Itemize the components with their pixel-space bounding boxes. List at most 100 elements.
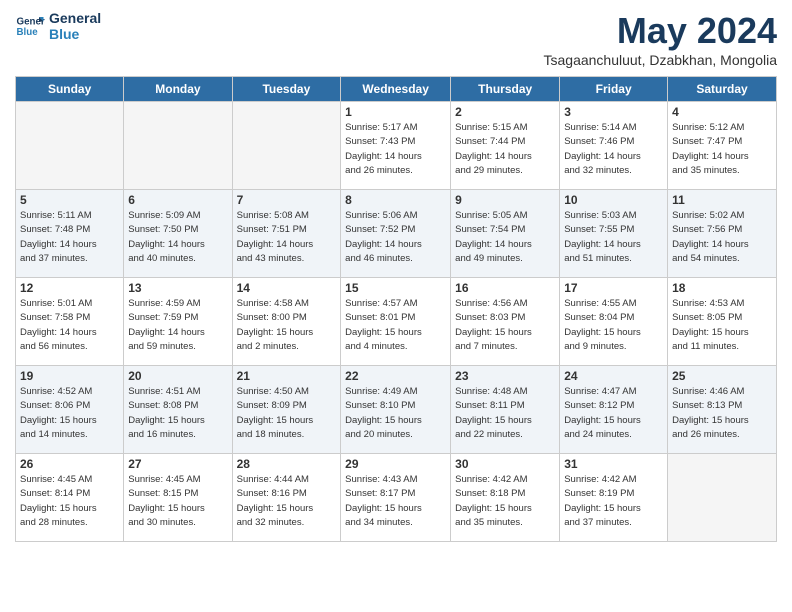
day-number: 30 (455, 457, 555, 471)
table-row (124, 102, 232, 190)
day-info: Sunrise: 5:06 AM Sunset: 7:52 PM Dayligh… (345, 209, 446, 266)
day-number: 27 (128, 457, 227, 471)
header-saturday: Saturday (668, 77, 777, 102)
day-info: Sunrise: 5:05 AM Sunset: 7:54 PM Dayligh… (455, 209, 555, 266)
table-row: 18Sunrise: 4:53 AM Sunset: 8:05 PM Dayli… (668, 278, 777, 366)
day-info: Sunrise: 4:44 AM Sunset: 8:16 PM Dayligh… (237, 473, 337, 530)
day-number: 22 (345, 369, 446, 383)
day-info: Sunrise: 4:48 AM Sunset: 8:11 PM Dayligh… (455, 385, 555, 442)
logo: General Blue General Blue (15, 10, 101, 42)
table-row: 13 Sunrise: 4:59 AM Sunset: 7:59 PM Dayli… (124, 278, 232, 366)
table-row: 14 Sunrise: 4:58 AM Sunset: 8:00 PM Dayli… (232, 278, 341, 366)
day-info: Sunrise: 5:08 AM Sunset: 7:51 PM Dayligh… (237, 209, 337, 266)
calendar-week-row: 19 Sunrise: 4:52 AM Sunset: 8:06 PM Dayli… (16, 366, 777, 454)
day-number: 3 (564, 105, 663, 119)
table-row: 22 Sunrise: 4:49 AM Sunset: 8:10 PM Dayli… (341, 366, 451, 454)
day-info: Sunrise: 4:51 AM Sunset: 8:08 PM Dayligh… (128, 385, 227, 442)
day-number: 17 (564, 281, 663, 295)
day-number: 7 (237, 193, 337, 207)
day-info: Sunrise: 4:47 AM Sunset: 8:12 PM Dayligh… (564, 385, 663, 442)
day-number: 19 (20, 369, 119, 383)
day-info: Sunrise: 5:01 AM Sunset: 7:58 PM Dayligh… (20, 297, 119, 354)
table-row (232, 102, 341, 190)
day-info: Sunrise: 4:43 AM Sunset: 8:17 PM Dayligh… (345, 473, 446, 530)
day-number: 20 (128, 369, 227, 383)
header-wednesday: Wednesday (341, 77, 451, 102)
day-number: 31 (564, 457, 663, 471)
table-row: 9 Sunrise: 5:05 AM Sunset: 7:54 PM Daylig… (451, 190, 560, 278)
table-row: 19 Sunrise: 4:52 AM Sunset: 8:06 PM Dayli… (16, 366, 124, 454)
location: Tsagaanchuluut, Dzabkhan, Mongolia (544, 52, 778, 68)
calendar-week-row: 5Sunrise: 5:11 AM Sunset: 7:48 PM Daylig… (16, 190, 777, 278)
table-row (16, 102, 124, 190)
table-row: 10 Sunrise: 5:03 AM Sunset: 7:55 PM Dayli… (560, 190, 668, 278)
table-row: 12 Sunrise: 5:01 AM Sunset: 7:58 PM Dayli… (16, 278, 124, 366)
table-row: 23Sunrise: 4:48 AM Sunset: 8:11 PM Dayli… (451, 366, 560, 454)
day-number: 12 (20, 281, 119, 295)
day-info: Sunrise: 5:03 AM Sunset: 7:55 PM Dayligh… (564, 209, 663, 266)
day-number: 13 (128, 281, 227, 295)
day-number: 8 (345, 193, 446, 207)
header-tuesday: Tuesday (232, 77, 341, 102)
day-number: 11 (672, 193, 772, 207)
table-row: 24Sunrise: 4:47 AM Sunset: 8:12 PM Dayli… (560, 366, 668, 454)
table-row: 30Sunrise: 4:42 AM Sunset: 8:18 PM Dayli… (451, 454, 560, 542)
table-row: 2 Sunrise: 5:15 AM Sunset: 7:44 PM Daylig… (451, 102, 560, 190)
table-row: 8 Sunrise: 5:06 AM Sunset: 7:52 PM Daylig… (341, 190, 451, 278)
day-info: Sunrise: 4:49 AM Sunset: 8:10 PM Dayligh… (345, 385, 446, 442)
day-info: Sunrise: 4:42 AM Sunset: 8:19 PM Dayligh… (564, 473, 663, 530)
table-row: 15Sunrise: 4:57 AM Sunset: 8:01 PM Dayli… (341, 278, 451, 366)
table-row: 1 Sunrise: 5:17 AM Sunset: 7:43 PM Daylig… (341, 102, 451, 190)
day-info: Sunrise: 4:56 AM Sunset: 8:03 PM Dayligh… (455, 297, 555, 354)
calendar-week-row: 26 Sunrise: 4:45 AM Sunset: 8:14 PM Dayli… (16, 454, 777, 542)
table-row: 25 Sunrise: 4:46 AM Sunset: 8:13 PM Dayli… (668, 366, 777, 454)
day-number: 2 (455, 105, 555, 119)
day-number: 16 (455, 281, 555, 295)
day-info: Sunrise: 4:58 AM Sunset: 8:00 PM Dayligh… (237, 297, 337, 354)
table-row: 28 Sunrise: 4:44 AM Sunset: 8:16 PM Dayli… (232, 454, 341, 542)
day-number: 1 (345, 105, 446, 119)
day-number: 6 (128, 193, 227, 207)
day-number: 25 (672, 369, 772, 383)
day-info: Sunrise: 4:45 AM Sunset: 8:14 PM Dayligh… (20, 473, 119, 530)
day-number: 4 (672, 105, 772, 119)
day-info: Sunrise: 4:52 AM Sunset: 8:06 PM Dayligh… (20, 385, 119, 442)
table-row: 29Sunrise: 4:43 AM Sunset: 8:17 PM Dayli… (341, 454, 451, 542)
day-number: 5 (20, 193, 119, 207)
day-info: Sunrise: 5:09 AM Sunset: 7:50 PM Dayligh… (128, 209, 227, 266)
day-number: 10 (564, 193, 663, 207)
day-number: 26 (20, 457, 119, 471)
table-row: 21 Sunrise: 4:50 AM Sunset: 8:09 PM Dayli… (232, 366, 341, 454)
svg-text:Blue: Blue (17, 27, 39, 38)
day-number: 28 (237, 457, 337, 471)
calendar-week-row: 12 Sunrise: 5:01 AM Sunset: 7:58 PM Dayli… (16, 278, 777, 366)
table-row: 20 Sunrise: 4:51 AM Sunset: 8:08 PM Dayli… (124, 366, 232, 454)
header-monday: Monday (124, 77, 232, 102)
day-info: Sunrise: 5:14 AM Sunset: 7:46 PM Dayligh… (564, 121, 663, 178)
table-row: 7 Sunrise: 5:08 AM Sunset: 7:51 PM Daylig… (232, 190, 341, 278)
day-info: Sunrise: 4:55 AM Sunset: 8:04 PM Dayligh… (564, 297, 663, 354)
table-row: 6 Sunrise: 5:09 AM Sunset: 7:50 PM Daylig… (124, 190, 232, 278)
day-number: 21 (237, 369, 337, 383)
table-row (668, 454, 777, 542)
day-number: 14 (237, 281, 337, 295)
day-info: Sunrise: 4:59 AM Sunset: 7:59 PM Dayligh… (128, 297, 227, 354)
page: General Blue General Blue May 2024 Tsaga… (0, 0, 792, 612)
table-row: 5Sunrise: 5:11 AM Sunset: 7:48 PM Daylig… (16, 190, 124, 278)
day-info: Sunrise: 5:17 AM Sunset: 7:43 PM Dayligh… (345, 121, 446, 178)
header-friday: Friday (560, 77, 668, 102)
day-number: 18 (672, 281, 772, 295)
table-row: 27Sunrise: 4:45 AM Sunset: 8:15 PM Dayli… (124, 454, 232, 542)
calendar-week-row: 1 Sunrise: 5:17 AM Sunset: 7:43 PM Daylig… (16, 102, 777, 190)
table-row: 11 Sunrise: 5:02 AM Sunset: 7:56 PM Dayli… (668, 190, 777, 278)
day-info: Sunrise: 5:15 AM Sunset: 7:44 PM Dayligh… (455, 121, 555, 178)
day-info: Sunrise: 5:02 AM Sunset: 7:56 PM Dayligh… (672, 209, 772, 266)
day-number: 9 (455, 193, 555, 207)
day-info: Sunrise: 4:57 AM Sunset: 8:01 PM Dayligh… (345, 297, 446, 354)
table-row: 16 Sunrise: 4:56 AM Sunset: 8:03 PM Dayli… (451, 278, 560, 366)
logo-icon: General Blue (15, 11, 45, 41)
day-info: Sunrise: 4:50 AM Sunset: 8:09 PM Dayligh… (237, 385, 337, 442)
table-row: 4Sunrise: 5:12 AM Sunset: 7:47 PM Daylig… (668, 102, 777, 190)
day-info: Sunrise: 4:46 AM Sunset: 8:13 PM Dayligh… (672, 385, 772, 442)
table-row: 26 Sunrise: 4:45 AM Sunset: 8:14 PM Dayli… (16, 454, 124, 542)
